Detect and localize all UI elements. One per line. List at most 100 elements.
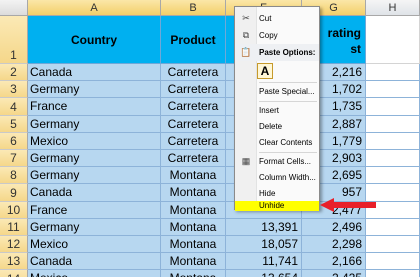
menu-item-label: Paste Special... [259, 87, 315, 96]
cell-product[interactable]: Montana [161, 201, 226, 219]
cell-f[interactable]: 18,057 [226, 236, 302, 254]
menu-item-unhide[interactable]: Unhide [235, 201, 319, 211]
row-header-3[interactable]: 3 [0, 81, 28, 99]
cell-product[interactable]: Montana [161, 270, 226, 277]
column-header-a[interactable]: A [28, 0, 161, 16]
context-menu: ✂ Cut ⧉ Copy 📋 Paste Options: A Paste Sp… [234, 6, 320, 211]
cell-h1[interactable] [366, 16, 420, 64]
cell-product[interactable]: Carretera [161, 64, 226, 82]
cell-country[interactable]: Canada [28, 253, 161, 271]
header-cell-product[interactable]: Product [161, 16, 226, 64]
cell-product[interactable]: Montana [161, 184, 226, 202]
cell-product[interactable]: Montana [161, 236, 226, 254]
select-all-corner[interactable] [0, 0, 28, 16]
column-header-b[interactable]: B [161, 0, 226, 16]
menu-item-label: Cut [259, 14, 272, 23]
cell-h[interactable] [366, 167, 420, 185]
menu-item-delete[interactable]: Delete [235, 118, 319, 135]
row-number: 13 [6, 254, 21, 269]
cell-g[interactable]: 2,166 [302, 253, 366, 271]
cell-country[interactable]: Germany [28, 167, 161, 185]
cell-country[interactable]: Mexico [28, 270, 161, 277]
row-number: 12 [6, 237, 21, 252]
cell-h[interactable] [366, 132, 420, 150]
row-header-2[interactable]: 2 [0, 64, 28, 82]
cell-product[interactable]: Montana [161, 218, 226, 236]
cell-h[interactable] [366, 253, 420, 271]
copy-icon: ⧉ [242, 30, 250, 40]
cell-h[interactable] [366, 218, 420, 236]
cell-country[interactable]: Mexico [28, 132, 161, 150]
paste-values-button[interactable]: A [257, 63, 273, 79]
cell-product[interactable]: Carretera [161, 132, 226, 150]
menu-item-label: Column Width... [259, 173, 316, 182]
spreadsheet: A B F G H 1 Country Product M rating st … [0, 0, 420, 277]
cell-h[interactable] [366, 236, 420, 254]
menu-item-clear-contents[interactable]: Clear Contents [235, 134, 319, 151]
menu-item-copy[interactable]: ⧉ Copy [235, 27, 319, 44]
menu-item-hide[interactable]: Hide [235, 185, 319, 202]
row-number: 6 [10, 133, 17, 148]
scissors-icon: ✂ [242, 13, 250, 23]
cell-country[interactable]: Canada [28, 64, 161, 82]
menu-item-label: Hide [259, 189, 276, 198]
row-number: 4 [10, 99, 17, 114]
row-number: 8 [10, 168, 17, 183]
header-cell-country[interactable]: Country [28, 16, 161, 64]
row-header-13[interactable]: 13 [0, 253, 28, 271]
row-header-1[interactable]: 1 [0, 16, 28, 64]
cell-g[interactable]: 2,496 [302, 218, 366, 236]
row-header-5[interactable]: 5 [0, 115, 28, 133]
menu-item-label: Format Cells... [259, 157, 312, 166]
row-header-7[interactable]: 7 [0, 150, 28, 168]
cell-country[interactable]: Canada [28, 184, 161, 202]
row-header-8[interactable]: 8 [0, 167, 28, 185]
cell-product[interactable]: Montana [161, 253, 226, 271]
row-header-14[interactable]: 14 [0, 270, 28, 277]
cell-h[interactable] [366, 115, 420, 133]
cell-product[interactable]: Carretera [161, 115, 226, 133]
cell-h[interactable] [366, 270, 420, 277]
column-header-h[interactable]: H [366, 0, 420, 16]
cell-g[interactable]: 2,425 [302, 270, 366, 277]
column-header-row: A B F G H [0, 0, 420, 16]
row-header-9[interactable]: 9 [0, 184, 28, 202]
cell-country[interactable]: France [28, 201, 161, 219]
cell-product[interactable]: Carretera [161, 150, 226, 168]
menu-item-label: Paste Options: [259, 48, 316, 57]
cell-h[interactable] [366, 81, 420, 99]
cell-product[interactable]: Carretera [161, 98, 226, 116]
row-header-10[interactable]: 10 [0, 201, 28, 219]
cell-country[interactable]: Germany [28, 81, 161, 99]
menu-section-paste-options: 📋 Paste Options: [235, 44, 319, 61]
cell-country[interactable]: Germany [28, 150, 161, 168]
cell-f[interactable]: 13,391 [226, 218, 302, 236]
cell-country[interactable]: Germany [28, 115, 161, 133]
menu-item-insert[interactable]: Insert [235, 102, 319, 119]
menu-item-cut[interactable]: ✂ Cut [235, 10, 319, 27]
row-header-12[interactable]: 12 [0, 236, 28, 254]
row-header-11[interactable]: 11 [0, 218, 28, 236]
cell-h[interactable] [366, 98, 420, 116]
menu-item-paste-special[interactable]: Paste Special... [235, 83, 319, 100]
cell-country[interactable]: France [28, 98, 161, 116]
cell-f[interactable]: 13,654 [226, 270, 302, 277]
menu-item-label: Insert [259, 106, 280, 115]
row-header-6[interactable]: 6 [0, 132, 28, 150]
cell-country[interactable]: Germany [28, 218, 161, 236]
paste-values-glyph: A [260, 64, 270, 78]
menu-item-label: Copy [259, 31, 278, 40]
cell-product[interactable]: Montana [161, 167, 226, 185]
cell-g[interactable]: 2,298 [302, 236, 366, 254]
cell-h[interactable] [366, 150, 420, 168]
row-header-4[interactable]: 4 [0, 98, 28, 116]
cell-f[interactable]: 11,741 [226, 253, 302, 271]
menu-item-format-cells[interactable]: ▦ Format Cells... [235, 153, 319, 170]
cell-h[interactable] [366, 64, 420, 82]
row-number: 7 [10, 151, 17, 166]
cell-country[interactable]: Mexico [28, 236, 161, 254]
red-arrow-icon [320, 198, 376, 212]
menu-item-column-width[interactable]: Column Width... [235, 169, 319, 186]
row-number: 10 [6, 202, 21, 217]
cell-product[interactable]: Carretera [161, 81, 226, 99]
